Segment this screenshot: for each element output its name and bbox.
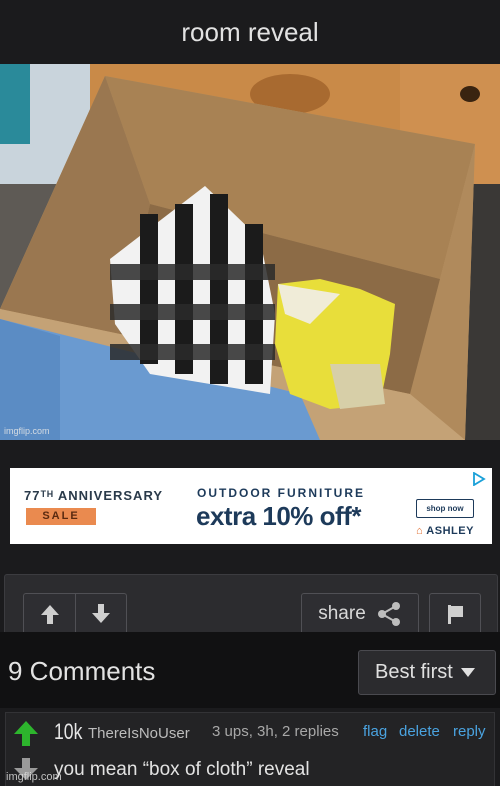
comment-username[interactable]: ThereIsNoUser bbox=[88, 725, 190, 742]
sort-label: Best first bbox=[375, 661, 453, 683]
ad-sale-tag: SALE bbox=[26, 508, 96, 525]
comments-header: 9 Comments Best first bbox=[0, 632, 500, 708]
post-action-bar: share bbox=[4, 574, 498, 633]
comment-meta: 3 ups, 3h, 2 replies bbox=[212, 723, 339, 740]
post-title: room reveal bbox=[181, 16, 319, 47]
share-label: share bbox=[318, 602, 366, 624]
comment-sort-select[interactable]: Best first bbox=[358, 650, 496, 695]
arrow-down-icon bbox=[92, 603, 110, 623]
ad-shop-now-button[interactable]: shop now bbox=[416, 499, 474, 518]
share-button[interactable]: share bbox=[301, 593, 419, 633]
page: room reveal imgflip.com 77ᵀᴴ ANNIVERSARY… bbox=[0, 0, 500, 786]
comment-text: you mean “box of cloth” reveal bbox=[54, 759, 310, 780]
comment-reply-link[interactable]: reply bbox=[453, 723, 486, 740]
chevron-down-icon bbox=[460, 667, 475, 677]
ad-brand-name: ASHLEY bbox=[426, 525, 474, 537]
bottom-watermark: imgflip.com bbox=[6, 771, 62, 783]
share-icon bbox=[377, 601, 400, 626]
flag-post-button[interactable] bbox=[429, 593, 481, 633]
comment-flag-link[interactable]: flag bbox=[363, 723, 387, 740]
ashley-logo-icon: ⌂ bbox=[416, 525, 427, 537]
comment-delete-link[interactable]: delete bbox=[399, 723, 440, 740]
image-watermark: imgflip.com bbox=[4, 426, 50, 436]
ad-anniversary-text: 77ᵀᴴ ANNIVERSARY bbox=[24, 488, 164, 503]
downvote-button[interactable] bbox=[75, 593, 127, 633]
comment-score: 10k bbox=[54, 719, 83, 744]
comment-item: 10k ThereIsNoUser 3 ups, 3h, 2 replies f… bbox=[5, 712, 495, 786]
comments-count: 9 Comments bbox=[8, 656, 156, 686]
flag-icon bbox=[448, 604, 463, 624]
ad-headline: OUTDOOR FURNITURE bbox=[197, 486, 365, 500]
post-image[interactable]: imgflip.com bbox=[0, 64, 500, 440]
adchoices-icon[interactable] bbox=[472, 472, 486, 486]
ad-offer: extra 10% off* bbox=[196, 501, 361, 531]
arrow-up-icon bbox=[40, 604, 59, 624]
advertisement-banner[interactable]: 77ᵀᴴ ANNIVERSARY SALE OUTDOOR FURNITURE … bbox=[10, 468, 492, 544]
upvote-button[interactable] bbox=[23, 593, 75, 633]
comment-upvote-icon[interactable] bbox=[12, 719, 40, 747]
box-photo bbox=[0, 64, 500, 440]
ad-brand-logo: ⌂ ASHLEY bbox=[416, 525, 474, 537]
